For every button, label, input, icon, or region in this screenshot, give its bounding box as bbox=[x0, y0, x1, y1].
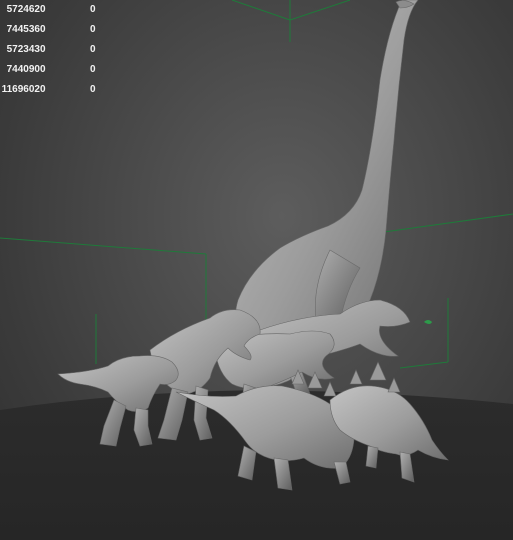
stat-value: 572462 bbox=[6, 4, 40, 15]
stat-value: 572343 bbox=[6, 44, 40, 55]
stat-value: 0 bbox=[40, 84, 46, 95]
stat-value: 744536 bbox=[6, 24, 40, 35]
stat-value: 0 bbox=[90, 24, 96, 35]
stat-value: 0 bbox=[40, 44, 46, 55]
stat-value: 0 bbox=[90, 44, 96, 55]
stat-value: 0 bbox=[90, 4, 96, 15]
scene-canvas[interactable] bbox=[0, 0, 513, 540]
brachiosaurus-model[interactable] bbox=[235, 0, 419, 351]
stat-value: 0 bbox=[90, 64, 96, 75]
3d-viewport[interactable]: 572462 0 0 744536 0 0 572343 0 0 744090 … bbox=[0, 0, 513, 540]
stat-value: 0 bbox=[40, 24, 46, 35]
green-marker-icon bbox=[424, 320, 432, 324]
stat-value: 744090 bbox=[6, 64, 40, 75]
stat-value: 0 bbox=[40, 64, 46, 75]
stat-value: 0 bbox=[90, 84, 96, 95]
stat-value: 0 bbox=[40, 4, 46, 15]
stat-value: 1169602 bbox=[1, 84, 40, 95]
